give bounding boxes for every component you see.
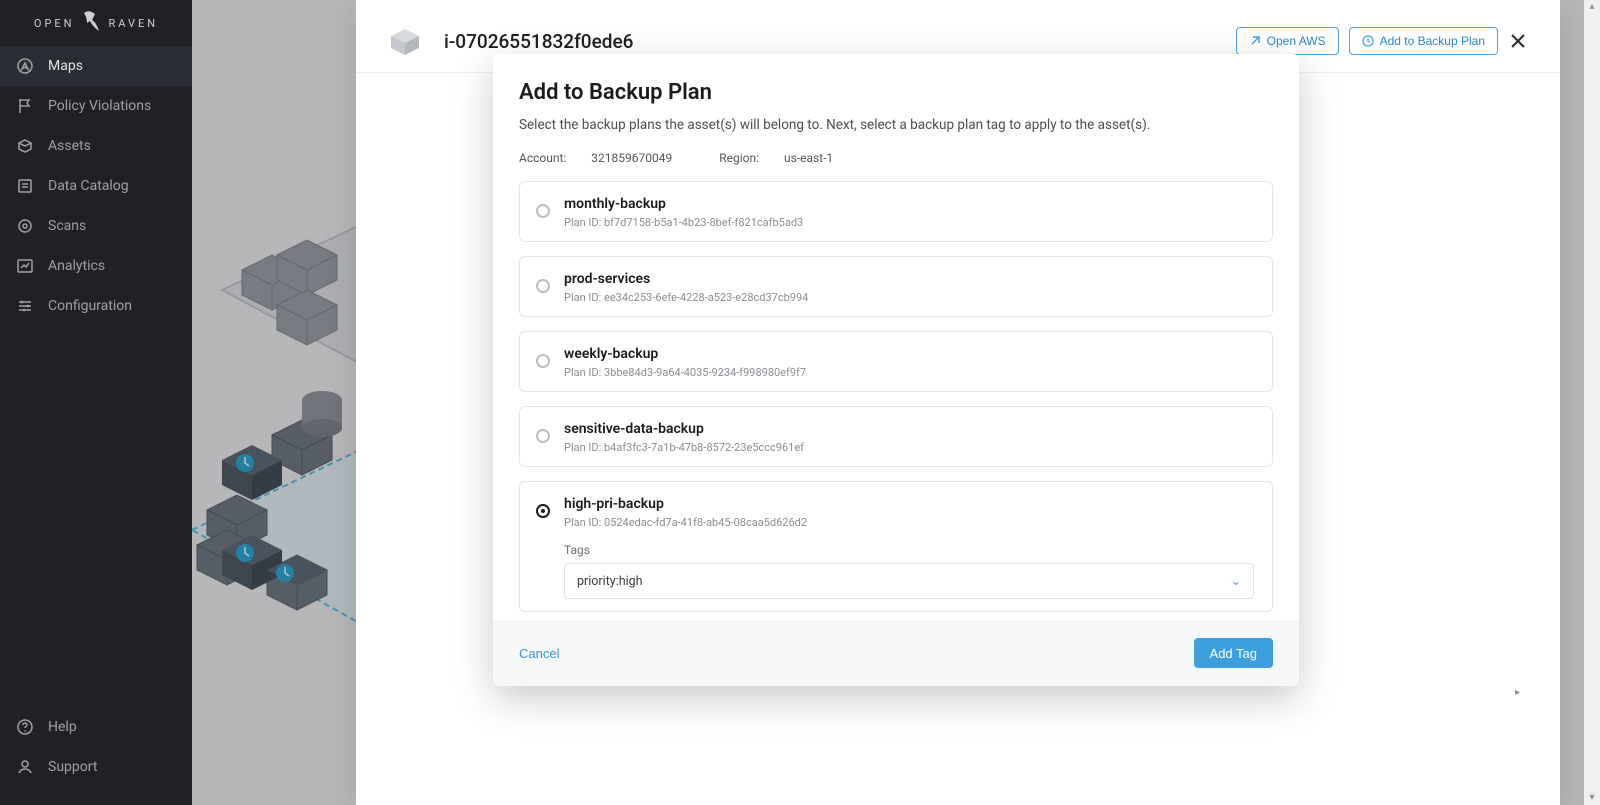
modal-title: Add to Backup Plan	[519, 80, 1273, 105]
plan-id: Plan ID: 3bbe84d3-9a64-4035-9234-f998980…	[564, 366, 1254, 379]
cubes-icon	[16, 137, 34, 155]
tags-select[interactable]: priority:high ⌄	[564, 563, 1254, 599]
window-scrollbar[interactable]: ▴ ▾	[1584, 0, 1600, 805]
modal-footer: Cancel Add Tag	[493, 620, 1299, 686]
sidebar-item-help[interactable]: Help	[0, 707, 192, 747]
sidebar-item-support[interactable]: Support	[0, 747, 192, 787]
radio-icon	[536, 354, 550, 368]
plan-name: sensitive-data-backup	[564, 421, 1254, 437]
scroll-up-icon[interactable]: ▴	[1587, 2, 1597, 12]
brand-logo: OPEN RAVEN	[0, 0, 192, 46]
tags-label: Tags	[564, 543, 1254, 557]
sidebar-item-label: Data Catalog	[48, 178, 129, 194]
plan-option-prod-services[interactable]: prod-services Plan ID: ee34c253-6efe-4228…	[519, 256, 1273, 317]
account-value: 321859670049	[591, 151, 672, 165]
sliders-icon	[16, 297, 34, 315]
modal-description: Select the backup plans the asset(s) wil…	[519, 117, 1273, 133]
plan-list: monthly-backup Plan ID: bf7d7158-b5a1-4b2…	[519, 181, 1273, 612]
sidebar-item-label: Help	[48, 719, 77, 735]
modal-meta: Account: 321859670049 Region: us-east-1	[519, 151, 1273, 165]
sidebar-item-label: Scans	[48, 218, 86, 234]
region-value: us-east-1	[784, 151, 833, 165]
sidebar-item-scans[interactable]: Scans	[0, 206, 192, 246]
sidebar-item-label: Analytics	[48, 258, 105, 274]
sidebar-item-maps[interactable]: Maps	[0, 46, 192, 86]
radio-icon	[536, 429, 550, 443]
plan-option-sensitive-data-backup[interactable]: sensitive-data-backup Plan ID: b4af3fc3-7…	[519, 406, 1273, 467]
plan-name: monthly-backup	[564, 196, 1254, 212]
radio-icon	[536, 504, 550, 518]
plan-option-weekly-backup[interactable]: weekly-backup Plan ID: 3bbe84d3-9a64-4035…	[519, 331, 1273, 392]
plan-id: Plan ID: bf7d7158-b5a1-4b23-8bef-f821caf…	[564, 216, 1254, 229]
compass-icon	[16, 57, 34, 75]
add-tag-button[interactable]: Add Tag	[1194, 638, 1273, 668]
help-icon	[16, 718, 34, 736]
sidebar-item-policy-violations[interactable]: Policy Violations	[0, 86, 192, 126]
chevron-down-icon: ⌄	[1231, 573, 1241, 589]
plan-id: Plan ID: 0524edac-fd7a-41f8-ab45-08caa5d…	[564, 516, 1254, 529]
plan-name: weekly-backup	[564, 346, 1254, 362]
sidebar-item-configuration[interactable]: Configuration	[0, 286, 192, 326]
sidebar-item-data-catalog[interactable]: Data Catalog	[0, 166, 192, 206]
sidebar: OPEN RAVEN Maps Policy Violations Assets Da…	[0, 0, 192, 805]
modal-backdrop: Add to Backup Plan Select the backup pla…	[192, 0, 1600, 805]
account-label: Account:	[519, 151, 566, 165]
add-to-backup-modal: Add to Backup Plan Select the backup pla…	[493, 54, 1299, 686]
plan-option-monthly-backup[interactable]: monthly-backup Plan ID: bf7d7158-b5a1-4b2…	[519, 181, 1273, 242]
scroll-down-icon[interactable]: ▾	[1587, 793, 1597, 803]
cancel-button[interactable]: Cancel	[519, 646, 559, 661]
catalog-icon	[16, 177, 34, 195]
radio-icon	[536, 279, 550, 293]
plan-name: high-pri-backup	[564, 496, 1254, 512]
region-label: Region:	[719, 151, 759, 165]
sidebar-item-assets[interactable]: Assets	[0, 126, 192, 166]
flag-icon	[16, 97, 34, 115]
sidebar-item-label: Configuration	[48, 298, 132, 314]
radio-icon	[536, 204, 550, 218]
brand-left: OPEN	[34, 17, 75, 30]
sidebar-item-label: Maps	[48, 58, 83, 74]
raven-icon	[81, 9, 103, 37]
chart-icon	[16, 257, 34, 275]
tag-value: priority:high	[577, 574, 643, 589]
plan-name: prod-services	[564, 271, 1254, 287]
sidebar-item-analytics[interactable]: Analytics	[0, 246, 192, 286]
sidebar-item-label: Assets	[48, 138, 91, 154]
support-icon	[16, 758, 34, 776]
brand-right: RAVEN	[109, 17, 159, 30]
target-icon	[16, 217, 34, 235]
plan-option-high-pri-backup[interactable]: high-pri-backup Plan ID: 0524edac-fd7a-41…	[519, 481, 1273, 612]
plan-id: Plan ID: ee34c253-6efe-4228-a523-e28cd37…	[564, 291, 1254, 304]
sidebar-item-label: Support	[48, 759, 97, 775]
plan-id: Plan ID: b4af3fc3-7a1b-47b8-8572-23e5ccc…	[564, 441, 1254, 454]
sidebar-item-label: Policy Violations	[48, 98, 151, 114]
